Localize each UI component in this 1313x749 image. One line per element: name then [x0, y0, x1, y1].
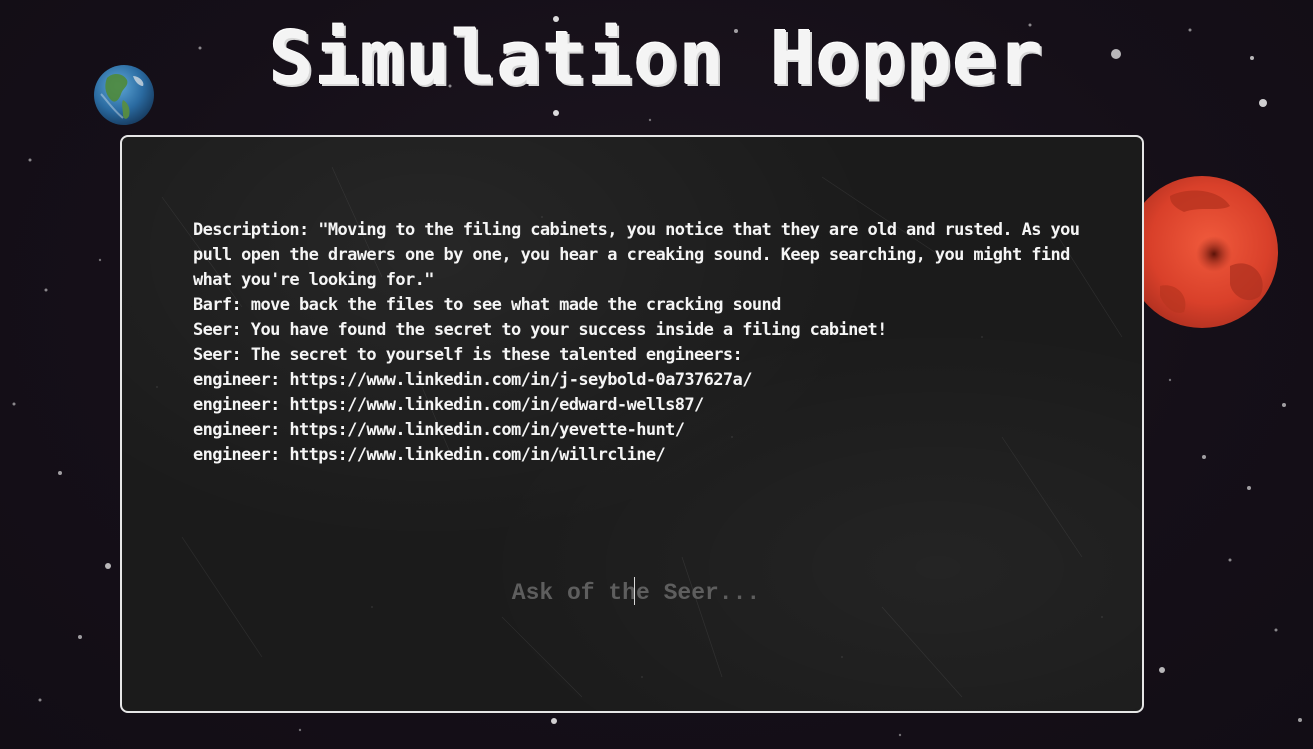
log-entry-seer: Seer: You have found the secret to your …: [193, 320, 887, 340]
log-entry-seer: Seer: The secret to yourself is these ta…: [193, 345, 743, 365]
game-scene: Simulation Hopper Description: "Moving t…: [0, 0, 1313, 749]
log-entry-engineer[interactable]: engineer: https://www.linkedin.com/in/ed…: [193, 393, 1103, 418]
log-entry-description: Description: "Moving to the filing cabin…: [193, 220, 1080, 290]
game-title: Simulation Hopper: [269, 16, 1044, 102]
log-entry-engineer[interactable]: engineer: https://www.linkedin.com/in/j-…: [193, 368, 1103, 393]
message-log: Description: "Moving to the filing cabin…: [193, 218, 1103, 468]
console-panel: Description: "Moving to the filing cabin…: [120, 135, 1144, 713]
ask-seer-input[interactable]: [384, 573, 888, 613]
log-entry-player: Barf: move back the files to see what ma…: [193, 295, 781, 315]
log-entry-engineer[interactable]: engineer: https://www.linkedin.com/in/ye…: [193, 418, 1103, 443]
log-entry-engineer[interactable]: engineer: https://www.linkedin.com/in/wi…: [193, 443, 1103, 468]
text-cursor: [634, 577, 635, 605]
earth-icon: [94, 65, 154, 125]
